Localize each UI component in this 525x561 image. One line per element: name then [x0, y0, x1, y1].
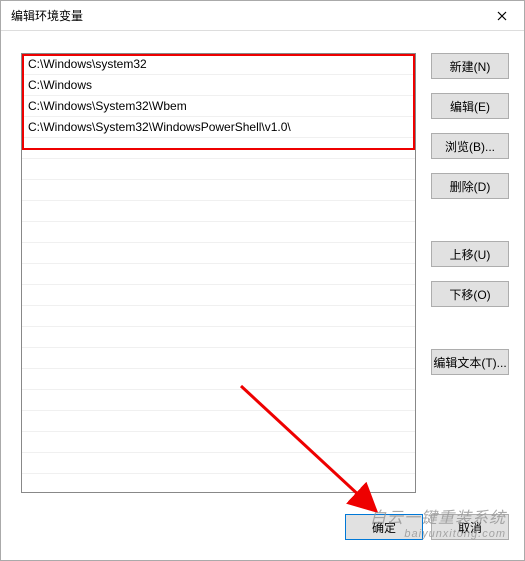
dialog-body: C:\Windows\system32 C:\Windows C:\Window… [1, 31, 524, 560]
list-item-empty[interactable] [22, 222, 415, 243]
list-item-empty[interactable] [22, 306, 415, 327]
list-item-empty[interactable] [22, 201, 415, 222]
list-item[interactable]: C:\Windows\system32 [22, 54, 415, 75]
movedown-button[interactable]: 下移(O) [431, 281, 509, 307]
list-item-empty[interactable] [22, 138, 415, 159]
list-item-empty[interactable] [22, 411, 415, 432]
list-item-empty[interactable] [22, 348, 415, 369]
list-item-empty[interactable] [22, 285, 415, 306]
list-item-empty[interactable] [22, 243, 415, 264]
close-button[interactable] [479, 1, 524, 31]
dialog-footer: 确定 取消 [1, 512, 524, 542]
list-item-empty[interactable] [22, 432, 415, 453]
list-item-empty[interactable] [22, 369, 415, 390]
list-item-empty[interactable] [22, 327, 415, 348]
list-item-empty[interactable] [22, 474, 415, 493]
cancel-button[interactable]: 取消 [431, 514, 509, 540]
dialog-window: 编辑环境变量 C:\Windows\system32 C:\Windows C:… [0, 0, 525, 561]
new-button[interactable]: 新建(N) [431, 53, 509, 79]
list-item[interactable]: C:\Windows [22, 75, 415, 96]
list-item-empty[interactable] [22, 264, 415, 285]
list-item-empty[interactable] [22, 453, 415, 474]
close-icon [497, 11, 507, 21]
list-item[interactable]: C:\Windows\System32\WindowsPowerShell\v1… [22, 117, 415, 138]
edit-button[interactable]: 编辑(E) [431, 93, 509, 119]
list-item-empty[interactable] [22, 180, 415, 201]
list-item-empty[interactable] [22, 159, 415, 180]
list-item[interactable]: C:\Windows\System32\Wbem [22, 96, 415, 117]
delete-button[interactable]: 删除(D) [431, 173, 509, 199]
edittext-button[interactable]: 编辑文本(T)... [431, 349, 509, 375]
side-buttons: 新建(N) 编辑(E) 浏览(B)... 删除(D) 上移(U) 下移(O) 编… [431, 53, 509, 375]
moveup-button[interactable]: 上移(U) [431, 241, 509, 267]
list-item-empty[interactable] [22, 390, 415, 411]
path-listbox[interactable]: C:\Windows\system32 C:\Windows C:\Window… [21, 53, 416, 493]
browse-button[interactable]: 浏览(B)... [431, 133, 509, 159]
ok-button[interactable]: 确定 [345, 514, 423, 540]
title-bar: 编辑环境变量 [1, 1, 524, 31]
window-title: 编辑环境变量 [11, 7, 83, 24]
